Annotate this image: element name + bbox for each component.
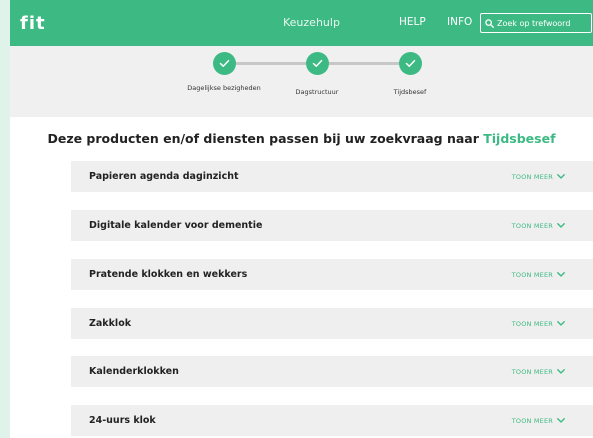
show-more-toggle[interactable]: TOON MEER bbox=[512, 271, 565, 279]
show-more-toggle[interactable]: TOON MEER bbox=[512, 320, 565, 328]
search-icon bbox=[485, 18, 494, 28]
result-row[interactable]: Zakklok TOON MEER bbox=[71, 308, 593, 339]
show-more-label: TOON MEER bbox=[511, 270, 553, 279]
chevron-down-icon bbox=[557, 369, 565, 374]
step-2-label: Dagstructuur bbox=[295, 88, 339, 96]
info-link[interactable]: INFO bbox=[447, 16, 472, 28]
check-icon bbox=[312, 59, 323, 67]
progress-stepper: Dagelijkse bezigheden Dagstructuur Tijds… bbox=[10, 46, 593, 117]
step-3-complete[interactable] bbox=[399, 52, 422, 75]
result-title: Kalenderklokken bbox=[89, 366, 179, 377]
show-more-label: TOON MEER bbox=[511, 416, 553, 425]
result-row[interactable]: Digitale kalender voor dementie TOON MEE… bbox=[71, 210, 593, 241]
chevron-down-icon bbox=[557, 174, 565, 179]
result-row[interactable]: Pratende klokken en wekkers TOON MEER bbox=[71, 259, 593, 290]
chevron-down-icon bbox=[557, 223, 565, 228]
show-more-label: TOON MEER bbox=[511, 319, 553, 328]
chevron-down-icon bbox=[557, 321, 565, 326]
show-more-toggle[interactable]: TOON MEER bbox=[512, 222, 565, 230]
show-more-label: TOON MEER bbox=[511, 172, 553, 181]
step-1-complete[interactable] bbox=[213, 52, 236, 75]
top-bar: fit Keuzehulp HELP INFO bbox=[10, 0, 593, 46]
result-title: Papieren agenda daginzicht bbox=[89, 171, 239, 182]
results-heading-text: Deze producten en/of diensten passen bij… bbox=[47, 131, 479, 146]
show-more-label: TOON MEER bbox=[511, 367, 553, 376]
step-connector bbox=[236, 62, 306, 65]
results-heading: Deze producten en/of diensten passen bij… bbox=[10, 131, 593, 146]
chevron-down-icon bbox=[557, 418, 565, 423]
chevron-down-icon bbox=[557, 272, 565, 277]
app-title: Keuzehulp bbox=[283, 16, 340, 29]
show-more-label: TOON MEER bbox=[511, 221, 553, 230]
result-row[interactable]: Kalenderklokken TOON MEER bbox=[71, 356, 593, 387]
result-title: Pratende klokken en wekkers bbox=[89, 269, 248, 280]
result-row[interactable]: 24-uurs klok TOON MEER bbox=[71, 405, 593, 436]
show-more-toggle[interactable]: TOON MEER bbox=[512, 173, 565, 181]
result-title: Zakklok bbox=[89, 318, 132, 329]
result-title: 24-uurs klok bbox=[89, 415, 156, 426]
show-more-toggle[interactable]: TOON MEER bbox=[512, 368, 565, 376]
result-title: Digitale kalender voor dementie bbox=[89, 220, 263, 231]
search-input[interactable] bbox=[494, 18, 589, 28]
show-more-toggle[interactable]: TOON MEER bbox=[512, 417, 565, 425]
help-link[interactable]: HELP bbox=[399, 16, 426, 28]
step-connector bbox=[329, 62, 399, 65]
check-icon bbox=[219, 59, 230, 67]
app-frame: fit Keuzehulp HELP INFO Zoek op trefwoor… bbox=[10, 0, 593, 438]
check-icon bbox=[405, 59, 416, 67]
search-box[interactable] bbox=[480, 13, 592, 33]
step-1-label: Dagelijkse bezigheden bbox=[187, 84, 261, 92]
step-3-label: Tijdsbesef bbox=[393, 88, 427, 96]
fit-logo[interactable]: fit bbox=[20, 13, 46, 34]
result-row[interactable]: Papieren agenda daginzicht TOON MEER bbox=[71, 161, 593, 192]
step-2-complete[interactable] bbox=[306, 52, 329, 75]
results-heading-topic: Tijdsbesef bbox=[483, 131, 556, 146]
